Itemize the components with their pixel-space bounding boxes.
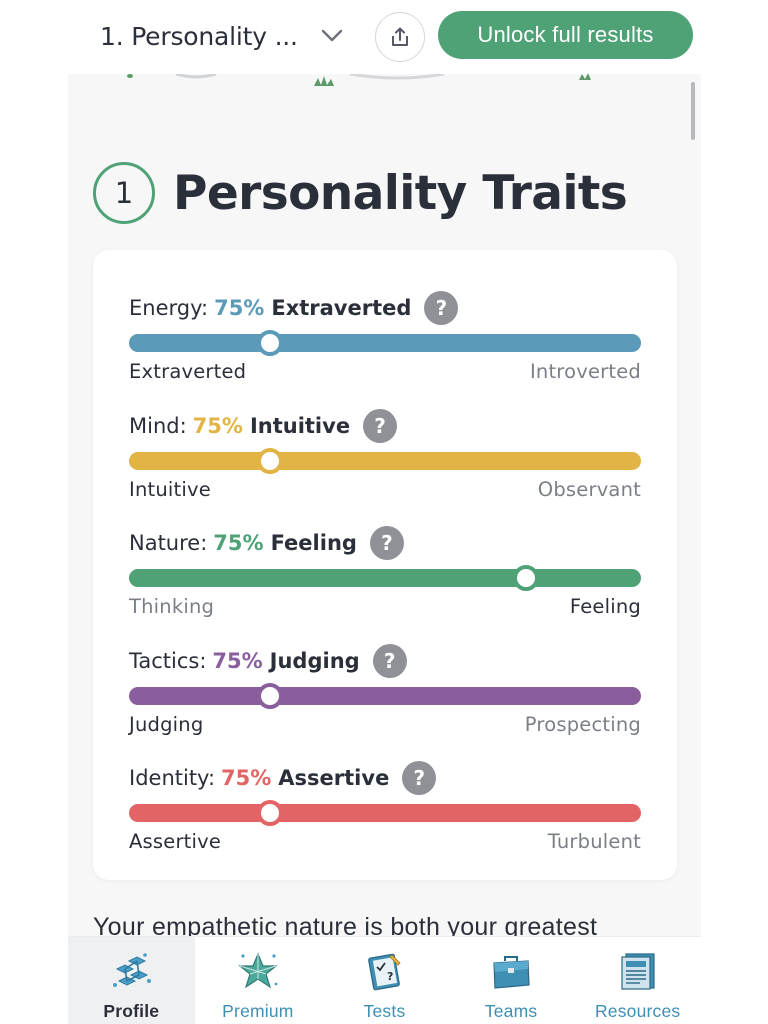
help-icon[interactable]: ? bbox=[363, 408, 398, 443]
section-number-badge: 1 bbox=[93, 162, 155, 224]
trait-heading: Energy: 75% Extraverted ? bbox=[129, 291, 459, 325]
trait-heading: Mind: 75% Intuitive ? bbox=[129, 408, 398, 443]
trait-left-label: Thinking bbox=[129, 595, 215, 618]
trait-percent: 75% bbox=[213, 531, 264, 555]
svg-text:?: ? bbox=[387, 970, 393, 983]
section-heading: 1 Personality Traits bbox=[93, 162, 628, 224]
trait-right-label: Introverted bbox=[529, 360, 641, 383]
trait-side: Extraverted bbox=[271, 296, 412, 320]
trait-heading: Identity: 75% Assertive ? bbox=[129, 761, 437, 795]
trait-name: Nature: bbox=[129, 531, 208, 555]
trait-heading: Nature: 75% Feeling ? bbox=[129, 526, 404, 560]
trait-percent: 75% bbox=[212, 648, 263, 673]
trait-mind: Mind: 75% Intuitive ? Intuitive Observan… bbox=[129, 384, 641, 501]
premium-icon bbox=[236, 949, 280, 993]
chevron-down-icon bbox=[320, 24, 344, 48]
teams-icon bbox=[489, 949, 533, 993]
trait-left-label: Judging bbox=[129, 712, 204, 736]
trait-bar bbox=[129, 569, 641, 587]
help-icon[interactable]: ? bbox=[372, 643, 407, 678]
trait-percent: 75% bbox=[192, 413, 243, 438]
trait-identity: Identity: 75% Assertive ? Assertive Turb… bbox=[129, 736, 641, 853]
trait-slider-knob[interactable] bbox=[256, 800, 283, 826]
trait-slider-knob[interactable] bbox=[512, 565, 539, 591]
nav-label: Teams bbox=[484, 1001, 538, 1021]
trait-left-label: Intuitive bbox=[129, 477, 211, 501]
traits-card: Energy: 75% Extraverted ? Extraverted In… bbox=[93, 250, 677, 880]
trait-bar bbox=[129, 334, 641, 352]
nav-tab-teams[interactable]: Teams bbox=[448, 937, 575, 1024]
trait-energy: Energy: 75% Extraverted ? Extraverted In… bbox=[129, 266, 641, 383]
header-illustration bbox=[127, 74, 591, 86]
trait-name: Energy: bbox=[129, 296, 209, 320]
trait-side: Intuitive bbox=[249, 413, 351, 438]
trait-right-label: Feeling bbox=[569, 595, 641, 618]
section-select[interactable]: 1. Personality ... bbox=[100, 14, 344, 58]
nav-label: Resources bbox=[594, 1001, 681, 1021]
trait-side: Judging bbox=[269, 648, 360, 673]
trait-nature: Nature: 75% Feeling ? Thinking Feeling bbox=[129, 501, 641, 618]
trait-side: Feeling bbox=[270, 531, 357, 555]
trait-heading: Tactics: 75% Judging ? bbox=[129, 643, 407, 678]
share-icon bbox=[392, 27, 408, 46]
nav-tab-premium[interactable]: Premium bbox=[195, 937, 322, 1024]
section-title: Personality Traits bbox=[173, 165, 628, 221]
trait-right-label: Prospecting bbox=[524, 712, 641, 736]
trait-left-label: Assertive bbox=[129, 830, 222, 853]
nav-label: Premium bbox=[222, 1001, 294, 1021]
trait-right-label: Turbulent bbox=[547, 830, 641, 853]
trait-slider-knob[interactable] bbox=[256, 330, 283, 356]
trait-name: Tactics: bbox=[129, 648, 207, 673]
top-bar: 1. Personality ... Unlock full results bbox=[0, 0, 768, 74]
share-button[interactable] bbox=[375, 12, 425, 62]
nav-label: Tests bbox=[363, 1001, 406, 1021]
trait-tactics: Tactics: 75% Judging ? Judging Prospecti… bbox=[129, 619, 641, 736]
help-icon[interactable]: ? bbox=[369, 526, 404, 560]
nav-label: Profile bbox=[103, 1001, 160, 1021]
nav-tab-profile[interactable]: Profile bbox=[68, 937, 195, 1024]
trait-bar bbox=[129, 686, 641, 705]
trait-name: Identity: bbox=[129, 766, 216, 790]
trait-right-label: Observant bbox=[537, 477, 641, 501]
help-icon[interactable]: ? bbox=[424, 291, 459, 325]
trait-slider-knob[interactable] bbox=[256, 447, 283, 474]
tests-icon: ? bbox=[362, 949, 406, 993]
trait-bar bbox=[129, 451, 641, 470]
trait-name: Mind: bbox=[129, 413, 187, 438]
profile-icon bbox=[109, 949, 153, 993]
trait-left-label: Extraverted bbox=[129, 360, 247, 383]
nav-tab-resources[interactable]: Resources bbox=[574, 937, 701, 1024]
bottom-nav: Profile Premium ? Tests Teams Resources bbox=[68, 936, 701, 1024]
trait-percent: 75% bbox=[221, 766, 272, 790]
trait-side: Assertive bbox=[278, 766, 390, 790]
help-icon[interactable]: ? bbox=[402, 761, 437, 795]
trait-bar bbox=[129, 804, 641, 822]
trait-percent: 75% bbox=[214, 296, 265, 320]
trait-slider-knob[interactable] bbox=[256, 682, 283, 709]
scrollbar-thumb[interactable] bbox=[691, 82, 695, 140]
unlock-full-results-button[interactable]: Unlock full results bbox=[438, 11, 693, 59]
resources-icon bbox=[616, 949, 660, 993]
nav-tab-tests[interactable]: ? Tests bbox=[321, 937, 448, 1024]
section-select-value: 1. Personality ... bbox=[100, 21, 298, 51]
